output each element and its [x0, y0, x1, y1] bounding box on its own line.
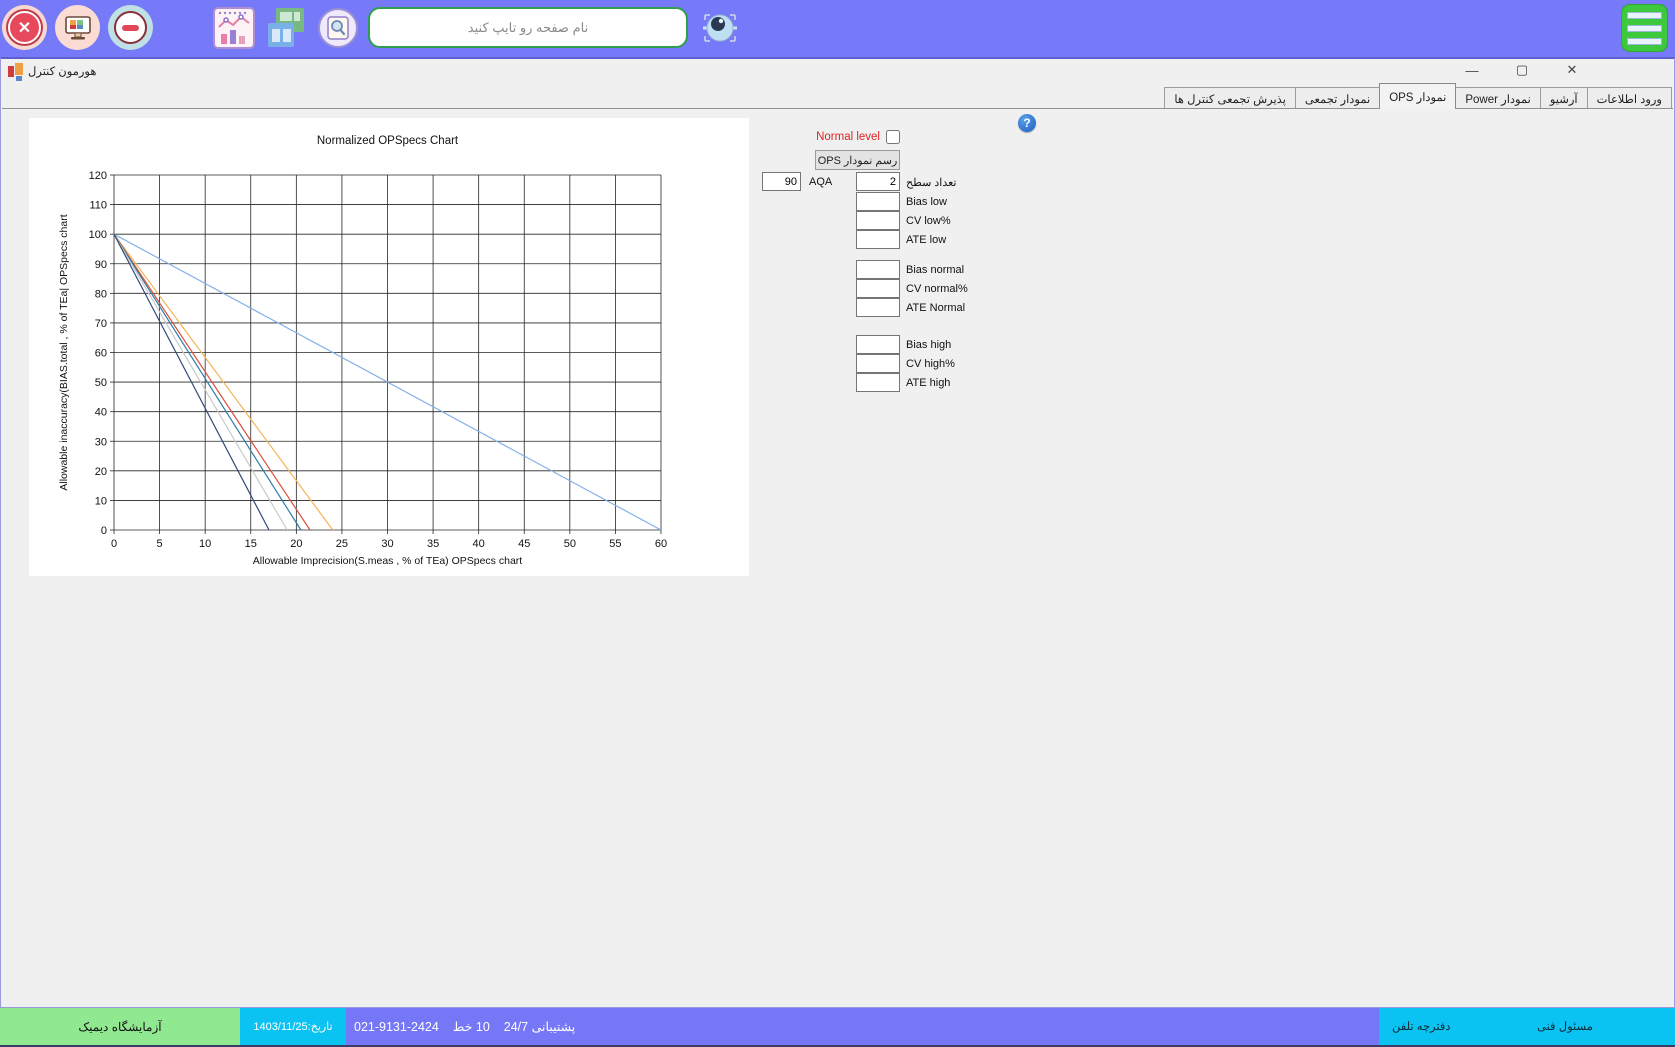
menu-icon — [1627, 11, 1662, 19]
support-phone: 021-9131-2424 — [354, 1019, 439, 1034]
tab-strip: ورود اطلاعات آرشیو نمودار Power نمودار O… — [1164, 83, 1672, 109]
svg-text:Allowable Imprecision(S.meas ,: Allowable Imprecision(S.meas , % of TEa)… — [253, 555, 522, 567]
cv-high-label: CV high% — [906, 358, 955, 370]
draw-ops-chart-button[interactable]: رسم نمودار OPS — [815, 150, 900, 170]
normal-level-checkbox[interactable] — [886, 130, 900, 144]
ate-normal-label: ATE Normal — [906, 302, 966, 314]
svg-text:60: 60 — [95, 348, 107, 360]
svg-text:110: 110 — [89, 200, 107, 212]
cv-high-input[interactable] — [856, 354, 900, 373]
support-info: پشتیبانی 24/7 10 خط 021-9131-2424 — [346, 1008, 1379, 1045]
windows-icon — [268, 8, 304, 47]
svg-text:10: 10 — [199, 538, 211, 550]
ate-normal-input[interactable] — [856, 298, 900, 317]
search-icon — [327, 16, 349, 40]
opspecs-chart: 0 5 10 15 20 25 30 35 40 45 50 55 60 0 10 20 30 40 50 60 70 8… — [29, 118, 749, 576]
svg-text:55: 55 — [609, 538, 621, 550]
status-bar: آزمایشگاه دیمیک تاریخ:1403/11/25 پشتیبان… — [0, 1008, 1675, 1047]
aqa-input[interactable] — [762, 172, 801, 191]
bias-high-input[interactable] — [856, 335, 900, 354]
svg-text:20: 20 — [95, 466, 107, 478]
svg-text:60: 60 — [655, 538, 667, 550]
svg-text:0: 0 — [111, 538, 117, 550]
tab-archive[interactable]: آرشیو — [1539, 87, 1588, 109]
pages-button[interactable] — [264, 7, 306, 49]
cv-normal-input[interactable] — [856, 279, 900, 298]
bias-low-label: Bias low — [906, 196, 947, 208]
bias-low-input[interactable] — [856, 192, 900, 211]
help-icon[interactable]: ? — [1018, 114, 1036, 132]
svg-text:25: 25 — [336, 538, 348, 550]
svg-text:30: 30 — [381, 538, 393, 550]
window-minimize-button[interactable]: — — [1460, 59, 1484, 81]
ate-low-label: ATE low — [906, 234, 947, 246]
close-app-button[interactable]: ✕ — [2, 5, 47, 50]
svg-text:15: 15 — [245, 538, 257, 550]
svg-text:40: 40 — [473, 538, 485, 550]
aqa-label: AQA — [809, 176, 833, 188]
tab-ops-chart[interactable]: نمودار OPS — [1379, 83, 1457, 109]
svg-text:40: 40 — [95, 407, 107, 419]
ops-chart-page: 0 5 10 15 20 25 30 35 40 45 50 55 60 0 10 20 30 40 50 60 70 8… — [2, 108, 1673, 1007]
statistics-button[interactable] — [213, 7, 255, 49]
svg-text:Normalized OPSpecs Chart: Normalized OPSpecs Chart — [317, 135, 459, 147]
ate-high-input[interactable] — [856, 373, 900, 392]
window-title: هورمون کنترل — [28, 66, 97, 78]
top-toolbar: ✕ — [0, 0, 1675, 57]
ate-low-input[interactable] — [856, 230, 900, 249]
tab-power-chart[interactable]: نمودار Power — [1455, 87, 1541, 109]
cv-low-label: CV low% — [906, 215, 951, 227]
monitor-icon — [64, 15, 91, 39]
cv-normal-label: CV normal% — [906, 283, 968, 295]
tab-cumulative-chart[interactable]: نمودار تجمعی — [1294, 87, 1381, 109]
tech-manager-link[interactable]: مسئول فنی — [1537, 1019, 1593, 1033]
svg-text:5: 5 — [157, 538, 163, 550]
svg-text:10: 10 — [95, 495, 107, 507]
levels-input[interactable] — [856, 172, 900, 191]
svg-text:45: 45 — [518, 538, 530, 550]
app-window: هورمون کنترل — ▢ ✕ ورود اطلاعات آرشیو نم… — [0, 57, 1675, 1008]
page-name-input[interactable] — [368, 7, 688, 48]
svg-text:90: 90 — [95, 259, 107, 271]
lab-name-button[interactable]: آزمایشگاه دیمیک — [0, 1008, 240, 1045]
minus-icon — [114, 11, 147, 44]
close-icon: ✕ — [8, 11, 41, 44]
tab-cumulative-acceptance[interactable]: پذیرش تجمعی کنترل ها — [1164, 87, 1296, 109]
window-maximize-button[interactable]: ▢ — [1510, 59, 1534, 81]
svg-text:80: 80 — [95, 288, 107, 300]
date-badge: تاریخ:1403/11/25 — [240, 1008, 346, 1045]
status-right-panel: دفترچه تلفن مسئول فنی — [1379, 1008, 1675, 1045]
svg-text:70: 70 — [95, 318, 107, 330]
svg-text:50: 50 — [564, 538, 576, 550]
eye-toggle-button[interactable] — [699, 7, 741, 49]
svg-text:0: 0 — [101, 525, 107, 537]
svg-text:100: 100 — [89, 229, 107, 241]
normal-level-label: Normal level — [816, 131, 880, 143]
eye-icon — [703, 14, 737, 42]
tab-data-entry[interactable]: ورود اطلاعات — [1586, 87, 1672, 109]
minimize-app-button[interactable] — [108, 5, 153, 50]
svg-text:20: 20 — [290, 538, 302, 550]
window-close-button[interactable]: ✕ — [1560, 59, 1584, 81]
support-text: پشتیبانی 24/7 — [503, 1020, 576, 1034]
svg-text:30: 30 — [95, 436, 107, 448]
title-bar: هورمون کنترل — ▢ ✕ — [1, 59, 1674, 84]
svg-text:Allowable inaccuracy(BIAS.tota: Allowable inaccuracy(BIAS.total , % of T… — [58, 214, 70, 490]
phonebook-link[interactable]: دفترچه تلفن — [1392, 1019, 1450, 1033]
svg-text:50: 50 — [95, 377, 107, 389]
support-lines: 10 خط — [452, 1020, 490, 1034]
levels-label: تعداد سطح — [906, 177, 957, 189]
search-button[interactable] — [318, 8, 358, 48]
svg-text:35: 35 — [427, 538, 439, 550]
bias-normal-input[interactable] — [856, 260, 900, 279]
menu-button[interactable] — [1621, 4, 1668, 52]
chart-icon — [213, 7, 255, 49]
app-logo-icon — [8, 63, 24, 81]
desktop-button[interactable] — [55, 5, 100, 50]
svg-text:120: 120 — [89, 170, 107, 182]
bias-normal-label: Bias normal — [906, 264, 965, 276]
ate-high-label: ATE high — [906, 377, 951, 389]
cv-low-input[interactable] — [856, 211, 900, 230]
bias-high-label: Bias high — [906, 339, 952, 351]
